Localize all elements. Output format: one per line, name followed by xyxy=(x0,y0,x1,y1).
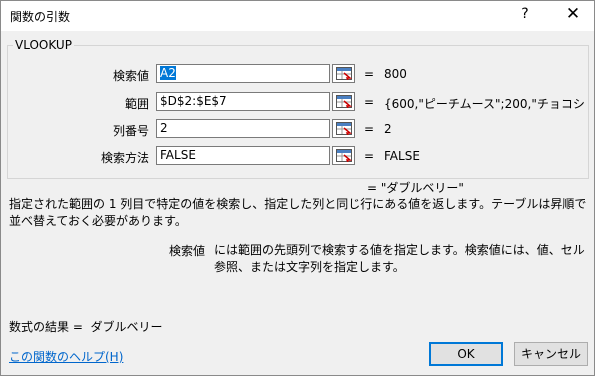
arg-equals: = xyxy=(364,149,375,163)
function-arguments-dialog: 関数の引数 ? ✕ VLOOKUP 検索値 A2 = 800 範囲 $D$2:$… xyxy=(0,0,595,376)
result-preview: = "ダブルベリー" xyxy=(367,181,464,195)
range-lookup-input[interactable]: FALSE xyxy=(156,146,330,165)
title-bar: 関数の引数 ? ✕ xyxy=(1,1,594,31)
arg-label-range-lookup: 検索方法 xyxy=(100,151,149,165)
argument-help-text: には範囲の先頭列で検索する値を指定します。検索値には、値、セル参照、または文字列… xyxy=(214,243,585,274)
range-select-icon[interactable] xyxy=(332,92,355,111)
arg-label-table-array: 範囲 xyxy=(124,97,149,111)
function-help-link[interactable]: この関数のヘルプ(H) xyxy=(9,348,123,365)
range-select-icon[interactable] xyxy=(332,146,355,165)
formula-result-value: ダブルベリー xyxy=(90,320,163,334)
arg-label-lookup-value: 検索値 xyxy=(112,69,149,83)
dialog-title: 関数の引数 xyxy=(10,10,71,24)
function-name: VLOOKUP xyxy=(13,38,74,52)
arg-evaluated-value: 2 xyxy=(384,122,392,136)
ok-button[interactable]: OK xyxy=(429,342,503,366)
help-icon[interactable]: ? xyxy=(515,6,535,22)
table-array-input[interactable]: $D$2:$E$7 xyxy=(156,92,330,111)
arg-equals: = xyxy=(364,67,375,81)
cancel-button[interactable]: キャンセル xyxy=(514,342,588,366)
function-description: 指定された範囲の 1 列目で特定の値を検索し、指定した列と同じ行にある値を返しま… xyxy=(9,197,587,228)
arg-evaluated-value: 800 xyxy=(384,67,407,81)
range-select-icon[interactable] xyxy=(332,64,355,83)
formula-result: 数式の結果 = ダブルベリー xyxy=(9,318,163,335)
arg-evaluated-value: FALSE xyxy=(384,149,420,163)
close-icon[interactable]: ✕ xyxy=(562,4,584,24)
arg-evaluated-value: {600,"ピーチムース";200,"チョコショー… xyxy=(384,97,584,111)
arg-label-col-index: 列番号 xyxy=(112,124,149,138)
lookup-value-input[interactable]: A2 xyxy=(156,64,330,83)
lookup-value-text: A2 xyxy=(160,66,176,80)
range-select-icon[interactable] xyxy=(332,119,355,138)
col-index-input[interactable]: 2 xyxy=(156,119,330,138)
argument-help-label: 検索値 xyxy=(169,244,206,258)
arg-equals: = xyxy=(364,95,375,109)
formula-result-label: 数式の結果 = xyxy=(9,320,83,334)
arg-equals: = xyxy=(364,122,375,136)
